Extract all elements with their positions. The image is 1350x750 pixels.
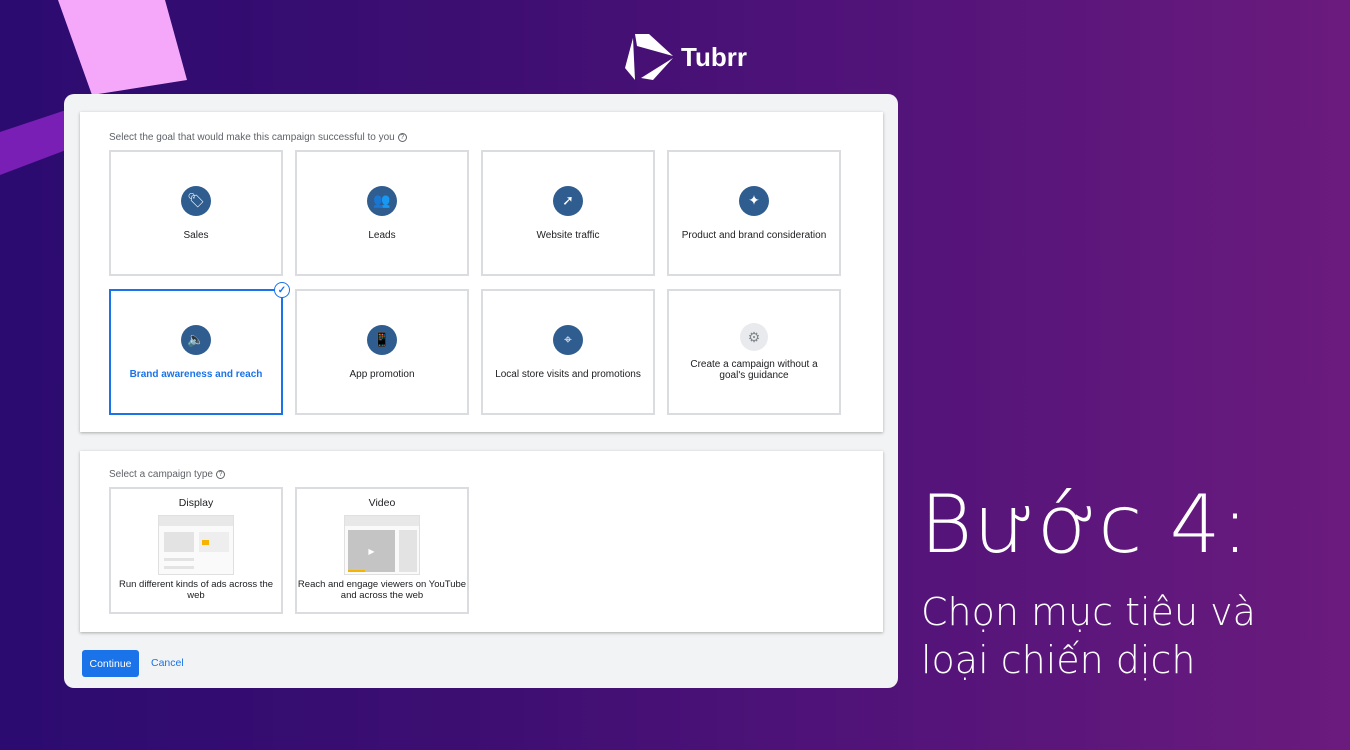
cursor-click-icon: ➚: [553, 185, 583, 216]
goal-label: Local store visits and promotions: [495, 368, 641, 380]
goal-tile-consideration[interactable]: ✦ Product and brand consideration: [667, 150, 841, 276]
continue-button[interactable]: Continue: [82, 650, 139, 677]
speaker-icon: 🔈: [181, 324, 211, 355]
goal-label: App promotion: [349, 368, 415, 380]
type-tile-display[interactable]: Display Run different kinds of ads acros…: [109, 487, 283, 614]
logo-icon: [625, 34, 673, 80]
type-desc: Run different kinds of ads across the we…: [118, 579, 274, 601]
step-subtitle: Chọn mục tiêu và loại chiến dịch: [921, 588, 1256, 684]
brand-name: Tubrr: [681, 41, 747, 72]
video-illustration: ▶: [344, 515, 420, 575]
type-title: Display: [178, 497, 214, 509]
subtitle-line-1: Chọn mục tiêu và: [921, 590, 1256, 634]
cancel-button[interactable]: Cancel: [151, 657, 184, 669]
goal-card: Select the goal that would make this cam…: [80, 112, 883, 432]
goal-tile-local-store[interactable]: ⌖ Local store visits and promotions: [481, 289, 655, 415]
goal-tile-no-goal[interactable]: ⚙ Create a campaign without a goal's guid…: [667, 289, 841, 415]
goal-label: Brand awareness and reach: [129, 368, 263, 380]
gear-icon: ⚙: [740, 323, 768, 351]
goal-label: Website traffic: [536, 229, 600, 241]
campaign-type-card: Select a campaign type? Display Run diff…: [80, 451, 883, 632]
goal-tile-sales[interactable]: 🏷 Sales: [109, 150, 283, 276]
goal-label: Leads: [368, 229, 396, 241]
type-title: Video: [368, 497, 396, 509]
goal-tile-app-promotion[interactable]: 📱 App promotion: [295, 289, 469, 415]
help-icon[interactable]: ?: [397, 133, 407, 142]
subtitle-line-2: loại chiến dịch: [921, 638, 1196, 682]
check-icon: ✓: [274, 282, 290, 298]
goal-label-text: Select the goal that would make this cam…: [109, 132, 395, 143]
goal-tile-leads[interactable]: 👥 Leads: [295, 150, 469, 276]
location-pin-icon: ⌖: [553, 324, 583, 355]
step-title: Bước 4:: [920, 478, 1250, 571]
type-desc: Reach and engage viewers on YouTube and …: [297, 579, 467, 601]
type-tile-video[interactable]: Video ▶ Reach and engage viewers on YouT…: [295, 487, 469, 614]
goal-label: Product and brand consideration: [681, 229, 827, 241]
goal-tile-brand-awareness[interactable]: ✓ 🔈 Brand awareness and reach: [109, 282, 290, 415]
goal-label: Sales: [183, 229, 209, 241]
sparkle-icon: ✦: [739, 185, 769, 216]
tag-icon: 🏷: [181, 185, 211, 216]
brand-logo: Tubrr: [623, 32, 747, 82]
goal-tile-website-traffic[interactable]: ➚ Website traffic: [481, 150, 655, 276]
goal-label: Create a campaign without a goal's guida…: [690, 359, 818, 381]
help-icon[interactable]: ?: [215, 470, 225, 479]
people-icon: 👥: [367, 185, 397, 216]
type-label-text: Select a campaign type: [109, 469, 213, 480]
campaign-setup-panel: Select the goal that would make this cam…: [64, 94, 898, 688]
goal-section-label: Select the goal that would make this cam…: [109, 132, 407, 143]
type-section-label: Select a campaign type?: [109, 469, 225, 480]
display-illustration: [158, 515, 234, 575]
phone-download-icon: 📱: [367, 324, 397, 355]
